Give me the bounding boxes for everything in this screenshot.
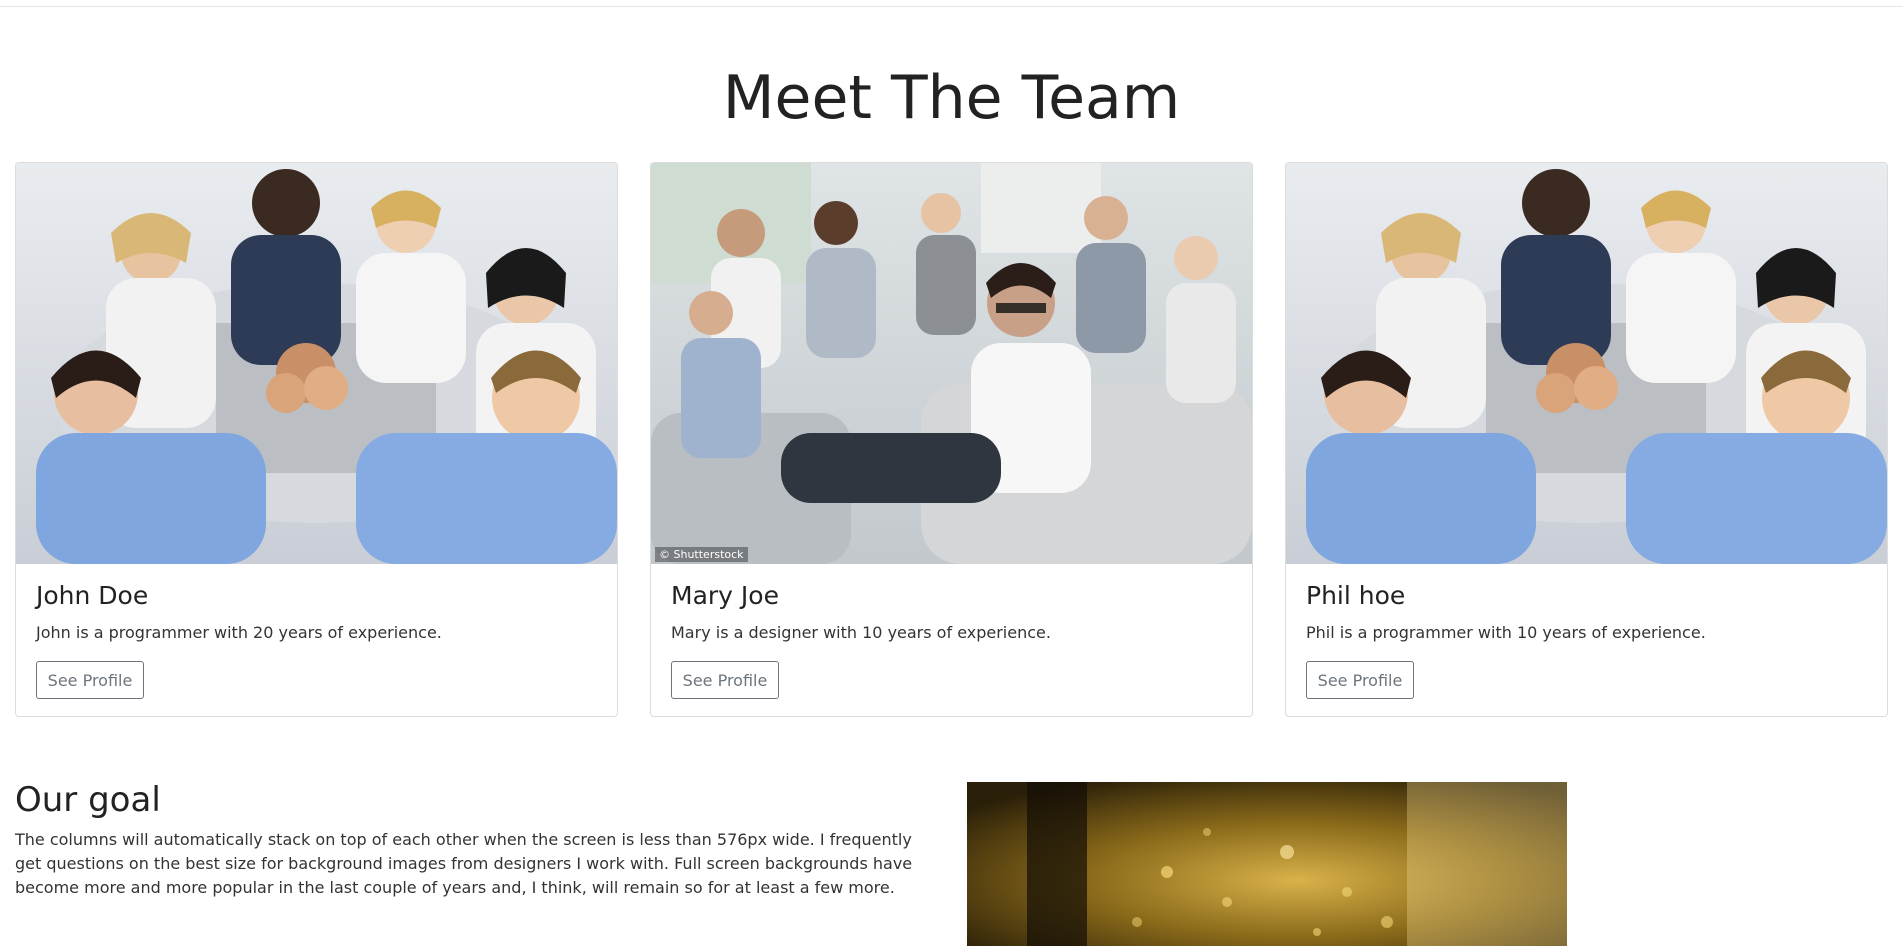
member-description: Mary is a designer with 10 years of expe…	[671, 623, 1051, 642]
member-name: Phil hoe	[1306, 581, 1406, 610]
goal-image	[967, 782, 1567, 946]
member-name: John Doe	[36, 581, 149, 610]
top-divider	[0, 6, 1903, 7]
goal-text: The columns will automatically stack on …	[15, 830, 913, 897]
page-title: Meet The Team	[722, 63, 1181, 133]
member-name: Mary Joe	[671, 581, 779, 610]
team-card-john: John Doe John is a programmer with 20 ye…	[15, 162, 618, 717]
team-photo-group-hands	[16, 163, 617, 564]
see-profile-button[interactable]: See Profile	[36, 661, 144, 699]
goal-heading: Our goal	[15, 780, 161, 820]
see-profile-button[interactable]: See Profile	[1306, 661, 1414, 699]
photo-watermark: © Shutterstock	[655, 547, 748, 562]
member-description: John is a programmer with 20 years of ex…	[36, 623, 442, 642]
team-card-phil: Phil hoe Phil is a programmer with 10 ye…	[1285, 162, 1888, 717]
team-photo-meeting: © Shutterstock	[651, 163, 1252, 564]
see-profile-button[interactable]: See Profile	[671, 661, 779, 699]
member-description: Phil is a programmer with 10 years of ex…	[1306, 623, 1706, 642]
team-photo-group-hands	[1286, 163, 1887, 564]
team-card-mary: © Shutterstock Mary Joe Mary is a design…	[650, 162, 1253, 717]
